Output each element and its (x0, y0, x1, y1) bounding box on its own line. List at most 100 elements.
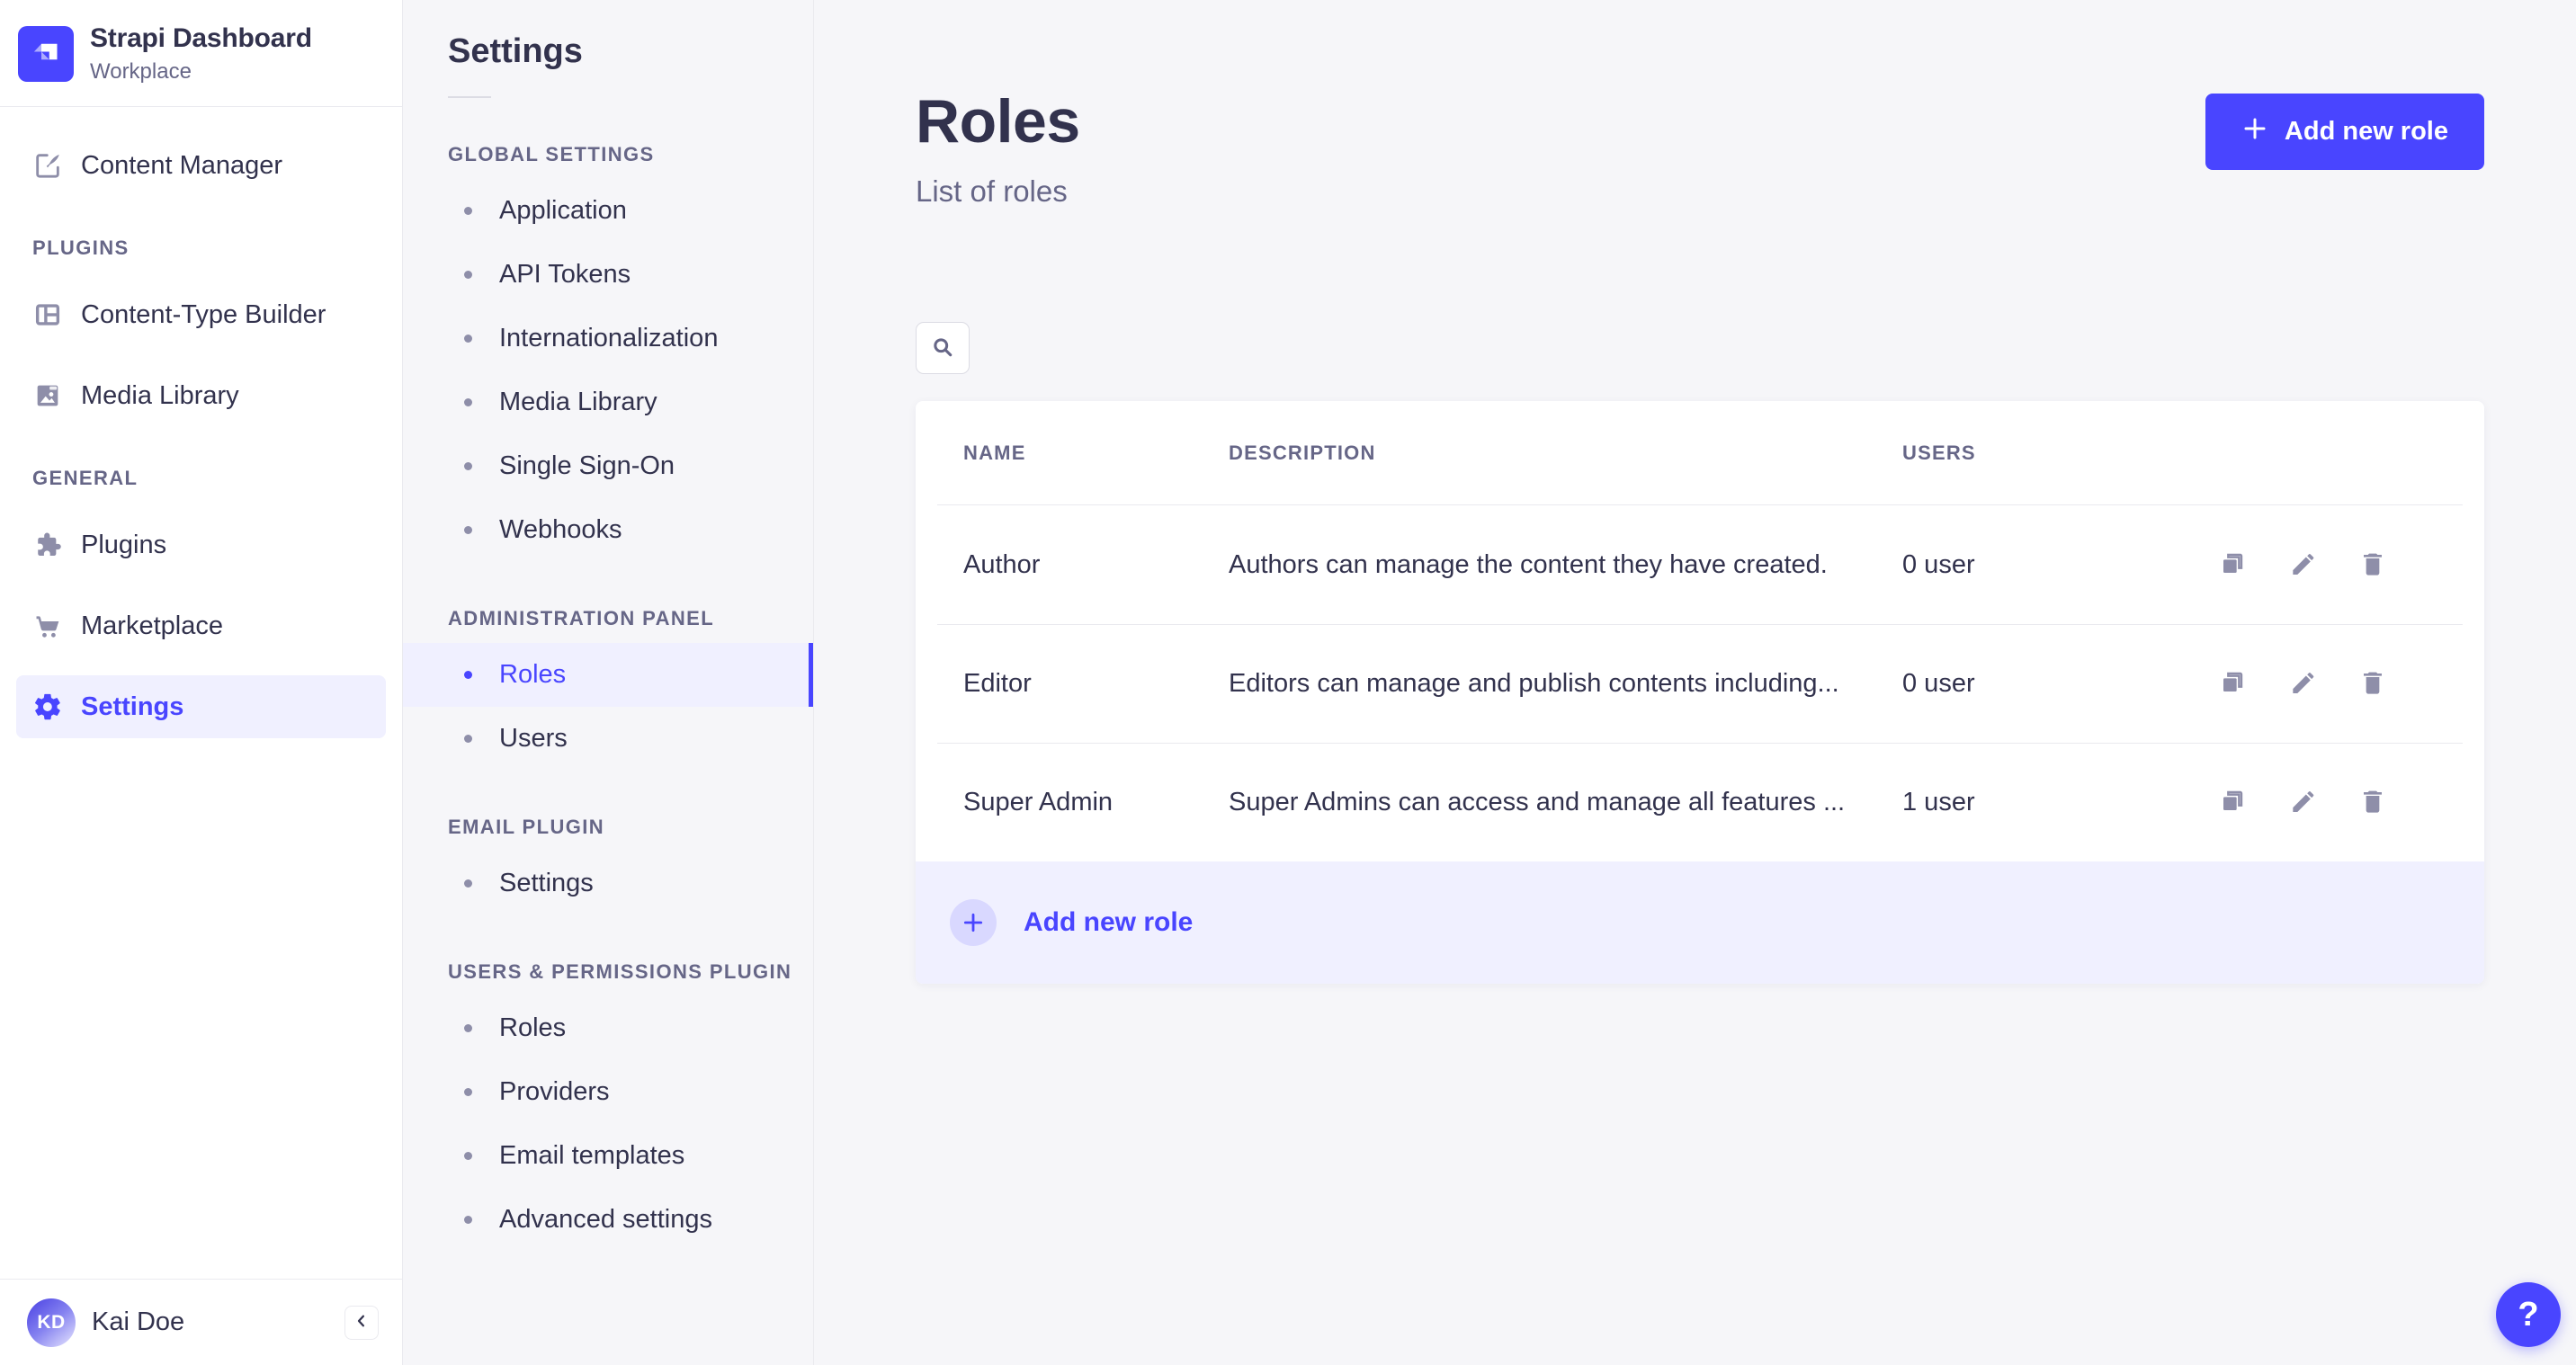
main-content: Roles List of roles Add new role NAME DE… (814, 0, 2576, 1365)
search-button[interactable] (916, 322, 970, 374)
duplicate-role-button[interactable] (2214, 666, 2250, 702)
subnav-item-api-tokens[interactable]: API Tokens (403, 243, 813, 307)
subnav-item-media-library[interactable]: Media Library (403, 370, 813, 434)
role-users-count: 0 user (1902, 549, 1975, 579)
subnav-item-email-templates[interactable]: Email templates (403, 1124, 813, 1188)
workspace-subtitle: Workplace (90, 59, 192, 84)
delete-role-button[interactable] (2355, 785, 2391, 821)
page-title: Roles (916, 87, 1080, 156)
sidebar-item-content-type-builder[interactable]: Content-Type Builder (16, 283, 386, 346)
sidebar-nav: Content Manager PLUGINS Content-Type Bui… (0, 107, 402, 738)
bullet-icon (464, 735, 472, 743)
workspace-switcher[interactable]: Strapi Dashboard Workplace (0, 0, 402, 106)
duplicate-icon (2218, 668, 2247, 700)
bullet-icon (464, 1152, 472, 1160)
sidebar-item-marketplace[interactable]: Marketplace (16, 594, 386, 657)
sidebar-item-content-manager[interactable]: Content Manager (16, 134, 386, 197)
subnav-section-users-permissions-plugin: USERS & PERMISSIONS PLUGIN (448, 960, 792, 983)
edit-role-button[interactable] (2285, 547, 2321, 583)
user-name: Kai Doe (92, 1307, 185, 1336)
sidebar-item-label: Settings (81, 691, 184, 721)
footer-add-label: Add new role (1024, 907, 1194, 937)
trash-icon (2358, 787, 2387, 818)
settings-subnav: Settings GLOBAL SETTINGS Application API… (403, 0, 814, 1365)
bullet-icon (464, 526, 472, 534)
bullet-icon (464, 879, 472, 888)
bullet-icon (464, 671, 472, 679)
table-row-super-admin[interactable]: Super Admin Super Admins can access and … (937, 743, 2463, 861)
sidebar-item-settings[interactable]: Settings (16, 675, 386, 738)
column-header-name: NAME (963, 441, 1026, 464)
role-name: Editor (963, 669, 1032, 698)
plus-circle-icon (950, 899, 997, 946)
workspace-title: Strapi Dashboard (90, 23, 312, 53)
main-sidebar: Strapi Dashboard Workplace Content Manag… (0, 0, 403, 1365)
edit-role-button[interactable] (2285, 666, 2321, 702)
sidebar-item-label: Media Library (81, 380, 239, 410)
role-name: Author (963, 549, 1041, 579)
subnav-item-application[interactable]: Application (403, 179, 813, 243)
help-button[interactable]: ? (2496, 1282, 2561, 1347)
table-row-editor[interactable]: Editor Editors can manage and publish co… (937, 624, 2463, 743)
trash-icon (2358, 668, 2387, 700)
subnav-section-administration-panel: ADMINISTRATION PANEL (448, 607, 715, 629)
column-header-users: USERS (1902, 441, 1976, 464)
bullet-icon (464, 335, 472, 343)
table-footer-add-row[interactable]: Add new role (916, 861, 2484, 984)
sidebar-item-label: Content-Type Builder (81, 299, 326, 329)
subnav-item-single-sign-on[interactable]: Single Sign-On (403, 434, 813, 498)
subnav-item-advanced-settings[interactable]: Advanced settings (403, 1188, 813, 1252)
sidebar-item-label: Marketplace (81, 611, 223, 640)
table-header-row: NAME DESCRIPTION USERS (937, 401, 2463, 505)
collapse-sidebar-button[interactable] (344, 1305, 379, 1340)
sidebar-item-media-library[interactable]: Media Library (16, 364, 386, 427)
subnav-item-users-admin[interactable]: Users (403, 707, 813, 771)
bullet-icon (464, 1024, 472, 1032)
image-icon (32, 380, 63, 411)
role-users-count: 1 user (1902, 788, 1975, 816)
chevron-left-icon (353, 1313, 370, 1332)
duplicate-role-button[interactable] (2214, 785, 2250, 821)
page-subtitle: List of roles (916, 174, 1068, 208)
role-description: Authors can manage the content they have… (1229, 549, 1828, 579)
subnav-item-roles-up[interactable]: Roles (403, 996, 813, 1060)
subnav-item-providers[interactable]: Providers (403, 1060, 813, 1124)
bullet-icon (464, 1088, 472, 1096)
subnav-item-roles-admin[interactable]: Roles (403, 643, 813, 707)
subnav-item-webhooks[interactable]: Webhooks (403, 498, 813, 562)
subnav-item-email-settings[interactable]: Settings (403, 852, 813, 915)
role-description: Super Admins can access and manage all f… (1229, 788, 1846, 816)
sidebar-item-label: Plugins (81, 530, 167, 559)
bullet-icon (464, 462, 472, 470)
role-users-count: 0 user (1902, 669, 1975, 698)
delete-role-button[interactable] (2355, 547, 2391, 583)
page-header: Roles List of roles Add new role (916, 86, 2484, 209)
bullet-icon (464, 1216, 472, 1224)
edit-icon (2288, 549, 2317, 581)
subnav-section-email-plugin: EMAIL PLUGIN (448, 816, 605, 838)
feather-icon (32, 150, 63, 181)
table-row-author[interactable]: Author Authors can manage the content th… (937, 505, 2463, 624)
role-name: Super Admin (963, 788, 1114, 816)
cart-icon (32, 611, 63, 641)
sidebar-section-plugins: PLUGINS (32, 236, 130, 259)
roles-table: NAME DESCRIPTION USERS Author Authors ca… (916, 401, 2484, 984)
avatar[interactable]: KD (27, 1298, 76, 1347)
duplicate-role-button[interactable] (2214, 547, 2250, 583)
gear-icon (32, 691, 63, 722)
edit-role-button[interactable] (2285, 785, 2321, 821)
trash-icon (2358, 549, 2387, 581)
sidebar-item-plugins[interactable]: Plugins (16, 513, 386, 576)
role-description: Editors can manage and publish contents … (1229, 669, 1839, 698)
puzzle-icon (32, 530, 63, 560)
add-new-role-button[interactable]: Add new role (2205, 94, 2484, 170)
search-icon (930, 335, 955, 362)
duplicate-icon (2218, 549, 2247, 581)
delete-role-button[interactable] (2355, 666, 2391, 702)
sidebar-footer: KD Kai Doe (0, 1279, 402, 1365)
plus-icon (2241, 115, 2268, 149)
bullet-icon (464, 207, 472, 215)
duplicate-icon (2218, 787, 2247, 818)
subnav-item-internationalization[interactable]: Internationalization (403, 307, 813, 370)
divider (448, 96, 491, 98)
